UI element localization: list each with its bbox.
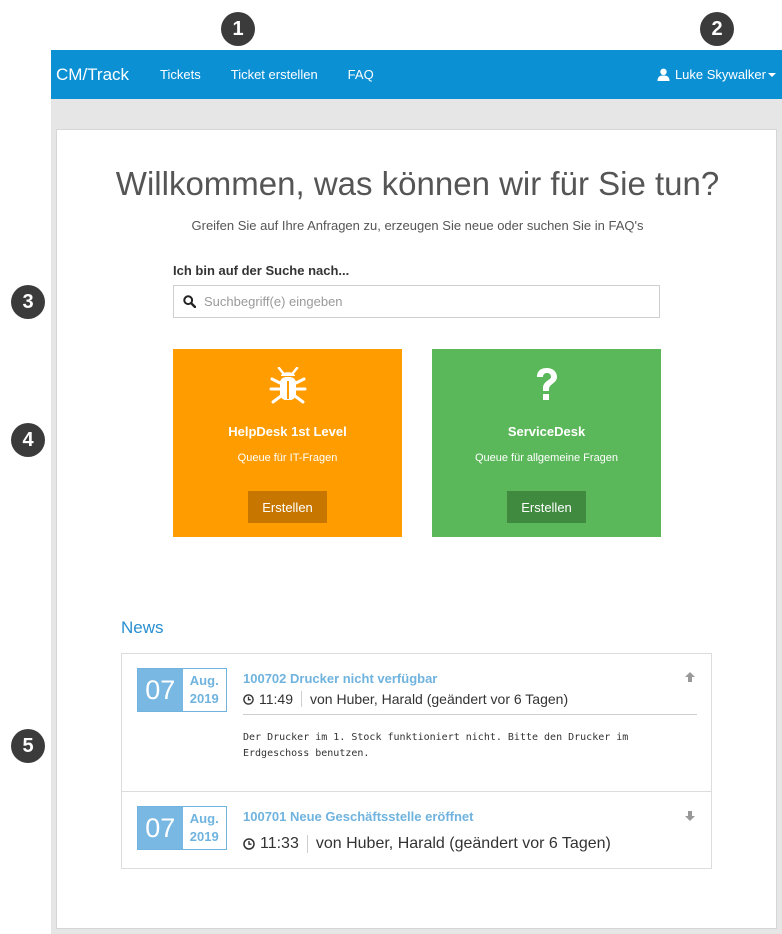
tile-title: ServiceDesk xyxy=(507,424,586,439)
callout-marker-3: 3 xyxy=(11,285,45,319)
news-meta: 11:49 von Huber, Harald (geändert vor 6 … xyxy=(243,690,568,708)
date-badge: 07 Aug. 2019 xyxy=(137,668,227,712)
arrow-up-icon[interactable] xyxy=(684,671,696,683)
date-year: 2019 xyxy=(189,691,219,706)
date-day: 07 xyxy=(138,669,183,711)
search-icon xyxy=(183,295,196,308)
page-title: Willkommen, was können wir für Sie tun? xyxy=(115,165,720,202)
clock-icon xyxy=(243,693,254,705)
news-title-link[interactable]: 100701 Neue Geschäftsstelle eröffnet xyxy=(243,809,474,824)
nav-link-faq[interactable]: FAQ xyxy=(348,67,374,82)
news-item[interactable]: 07 Aug. 2019 100701 Neue Geschäftsstelle… xyxy=(122,791,711,869)
tile-subtitle: Queue für allgemeine Fragen xyxy=(474,452,619,464)
tile-servicedesk[interactable]: ServiceDesk Queue für allgemeine Fragen … xyxy=(432,349,661,537)
screenshot-stage: 1 2 3 4 5 CM/Track Tickets Ticket erstel… xyxy=(0,0,782,934)
date-month: Aug. xyxy=(189,673,219,688)
user-name: Luke Skywalker xyxy=(674,67,766,82)
news-author: von Huber, Harald (geändert vor 6 Tagen) xyxy=(310,691,569,707)
news-time: 11:49 xyxy=(259,691,293,707)
create-servicedesk-ticket-button[interactable]: Erstellen xyxy=(507,491,586,523)
date-year: 2019 xyxy=(189,829,219,844)
search-label: Ich bin auf der Suche nach... xyxy=(173,263,350,278)
main-panel: Willkommen, was können wir für Sie tun? … xyxy=(56,129,777,929)
news-item[interactable]: 07 Aug. 2019 100702 Drucker nicht verfüg… xyxy=(122,654,711,791)
nav-link-create-ticket[interactable]: Ticket erstellen xyxy=(231,67,318,82)
create-helpdesk-ticket-button[interactable]: Erstellen xyxy=(248,491,327,523)
news-author: von Huber, Harald (geändert vor 6 Tagen) xyxy=(315,835,611,852)
brand-logo[interactable]: CM/Track xyxy=(51,65,129,85)
date-month: Aug. xyxy=(189,811,219,826)
chevron-down-icon xyxy=(768,72,776,77)
callout-marker-2: 2 xyxy=(700,12,734,46)
callout-marker-5: 5 xyxy=(11,729,45,763)
news-time: 11:33 xyxy=(260,835,299,852)
search-field[interactable] xyxy=(173,285,660,318)
user-menu[interactable]: Luke Skywalker xyxy=(657,50,776,99)
user-icon xyxy=(657,68,670,81)
divider xyxy=(243,714,697,715)
callout-marker-4: 4 xyxy=(11,423,45,457)
date-day: 07 xyxy=(138,807,183,849)
date-badge: 07 Aug. 2019 xyxy=(137,806,227,850)
page-subtitle: Greifen Sie auf Ihre Anfragen zu, erzeug… xyxy=(191,218,644,233)
news-body: Der Drucker im 1. Stock funktioniert nic… xyxy=(243,732,629,759)
tile-helpdesk[interactable]: HelpDesk 1st Level Queue für IT-Fragen E… xyxy=(173,349,402,537)
search-input[interactable] xyxy=(204,294,644,309)
question-icon xyxy=(536,368,557,400)
app-window: CM/Track Tickets Ticket erstellen FAQ Lu… xyxy=(51,50,782,934)
tile-subtitle: Queue für IT-Fragen xyxy=(237,452,338,464)
tile-title: HelpDesk 1st Level xyxy=(228,424,347,439)
news-title-link[interactable]: 100702 Drucker nicht verfügbar xyxy=(243,671,437,686)
news-list: 07 Aug. 2019 100702 Drucker nicht verfüg… xyxy=(121,653,712,869)
nav-link-tickets[interactable]: Tickets xyxy=(160,67,201,82)
news-heading: News xyxy=(121,618,164,637)
clock-icon xyxy=(243,838,255,850)
arrow-down-icon[interactable] xyxy=(684,810,696,822)
bug-icon xyxy=(269,367,306,404)
top-navbar: CM/Track Tickets Ticket erstellen FAQ Lu… xyxy=(51,50,782,99)
callout-marker-1: 1 xyxy=(221,12,255,46)
news-meta: 11:33 von Huber, Harald (geändert vor 6 … xyxy=(243,834,611,854)
